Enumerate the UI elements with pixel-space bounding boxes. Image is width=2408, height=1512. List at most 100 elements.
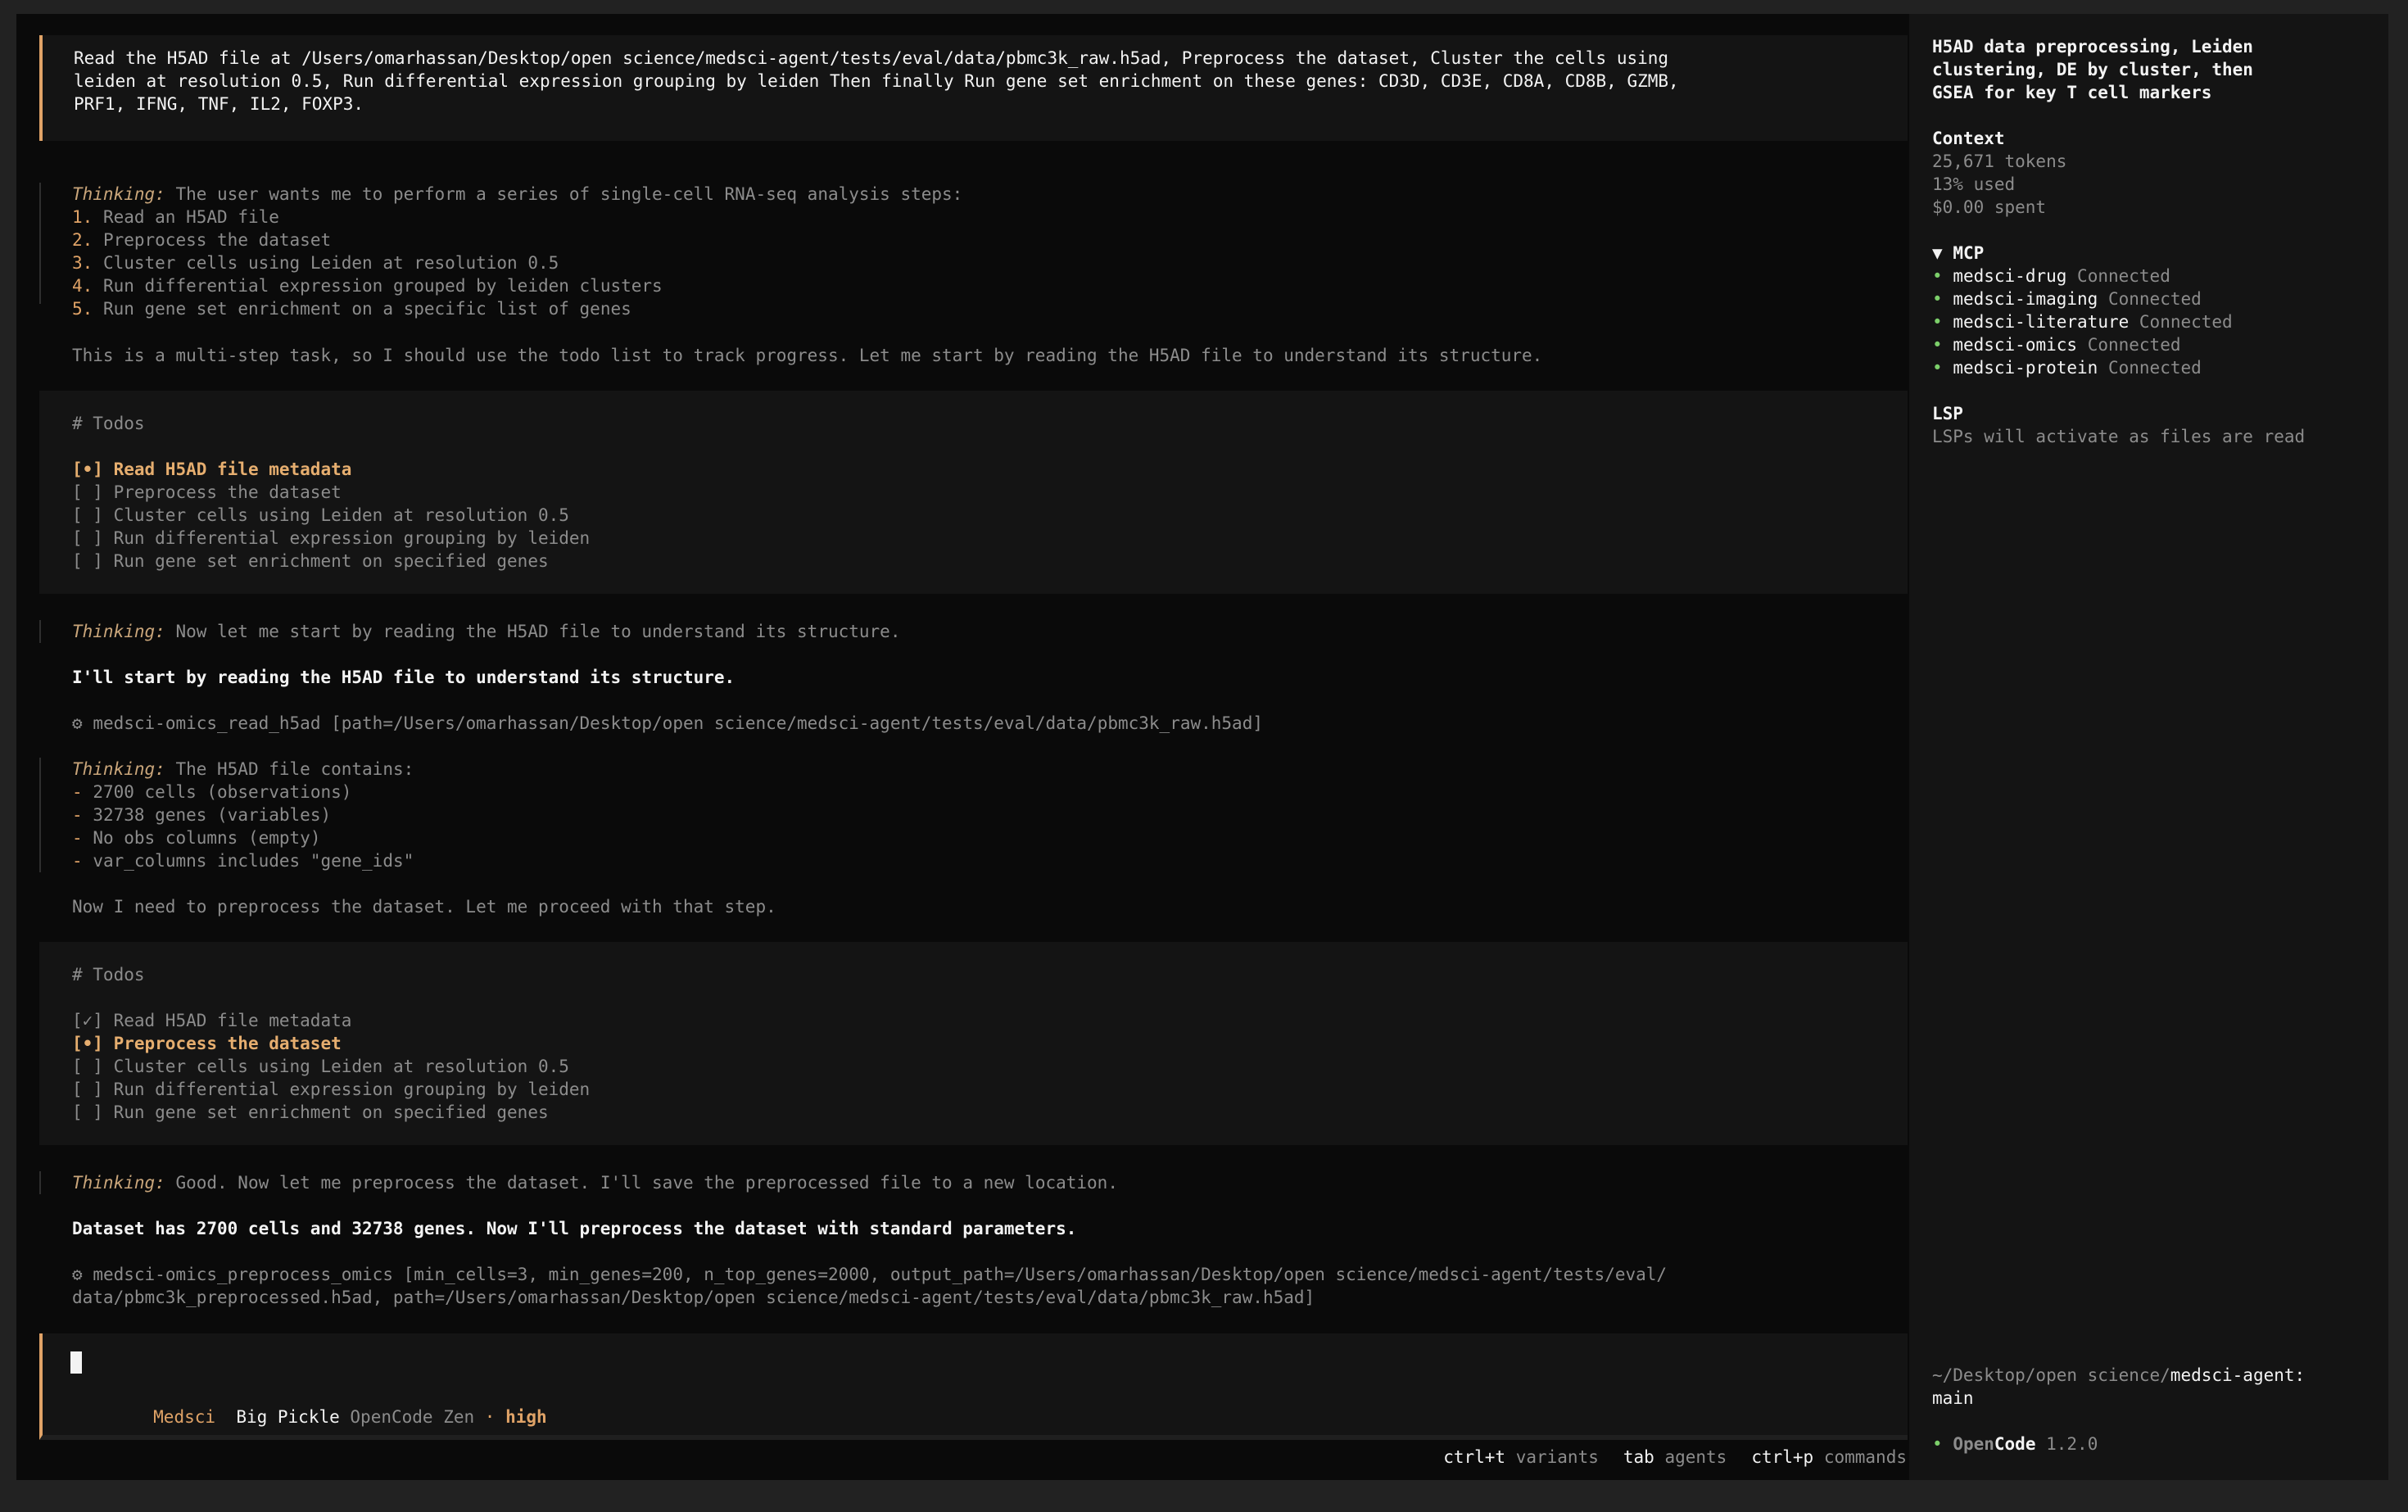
todo-text: Preprocess the dataset: [113, 482, 342, 502]
prompt-input-field[interactable]: [70, 1350, 1876, 1374]
todo-text: Run gene set enrichment on specified gen…: [113, 551, 549, 571]
git-branch: main: [1932, 1388, 1974, 1408]
todos-panel-1: # Todos [•] Read H5AD file metadata[ ] P…: [39, 391, 1908, 594]
todo-checkbox: [ ]: [72, 1057, 103, 1076]
model-name[interactable]: Big Pickle: [236, 1407, 339, 1427]
prompt-input-box[interactable]: Medsci Big Pickle OpenCode Zen · high: [39, 1333, 1908, 1440]
hint-commands[interactable]: ctrl+p commands: [1751, 1447, 1907, 1467]
mcp-server-medsci-omics[interactable]: • medsci-omics Connected: [1932, 333, 2374, 356]
todo-item: [ ] Run gene set enrichment on specified…: [72, 1101, 1876, 1124]
todo-text: Read H5AD file metadata: [113, 1011, 352, 1030]
todo-checkbox: [ ]: [72, 482, 103, 502]
prompt-line-3: PRF1, IFNG, TNF, IL2, FOXP3.: [74, 94, 364, 114]
app-version: • OpenCode 1.2.0: [1932, 1434, 2098, 1454]
todo-text: Run gene set enrichment on specified gen…: [113, 1102, 549, 1122]
hint-label: agents: [1664, 1447, 1727, 1467]
step-number: 2.: [72, 230, 93, 250]
todos-header: # Todos: [72, 414, 145, 433]
step-text: Run differential expression grouped by l…: [102, 276, 663, 296]
model-provider: OpenCode Zen: [350, 1407, 475, 1427]
thinking-step: 4. Run differential expression grouped b…: [72, 274, 1876, 297]
user-prompt-message: Read the H5AD file at /Users/omarhassan/…: [39, 35, 1908, 141]
status-dot-icon: •: [1932, 335, 1943, 355]
thinking-intro: Thinking: The user wants me to perform a…: [72, 184, 963, 204]
step-number: 4.: [72, 276, 93, 296]
tool-gear-icon: ⚙: [72, 713, 83, 733]
mcp-server-status: Connected: [2077, 266, 2170, 286]
lsp-heading: LSP: [1932, 404, 1963, 423]
todo-text: Preprocess the dataset: [113, 1034, 342, 1053]
step-number: 5.: [72, 299, 93, 319]
todo-item: [ ] Run gene set enrichment on specified…: [72, 550, 1876, 573]
context-section: Context 25,671 tokens 13% used $0.00 spe…: [1932, 127, 2374, 219]
status-dot-icon: •: [1932, 289, 1943, 309]
thinking-block-2: Thinking: Now let me start by reading th…: [39, 620, 1908, 643]
prompt-line-2: leiden at resolution 0.5, Run differenti…: [74, 71, 1679, 91]
thinking-3-outro: Now I need to preprocess the dataset. Le…: [72, 897, 776, 917]
thinking-bullet: - No obs columns (empty): [72, 826, 1876, 849]
todo-text: Run differential expression grouping by …: [113, 1080, 591, 1099]
mcp-server-status: Connected: [2107, 358, 2202, 378]
step-text: Cluster cells using Leiden at resolution…: [102, 253, 559, 273]
thinking-label: Thinking:: [72, 184, 165, 204]
thinking-block-3: Thinking: The H5AD file contains: - 2700…: [39, 758, 1908, 872]
todo-item: [ ] Cluster cells using Leiden at resolu…: [72, 504, 1876, 527]
todo-text: Cluster cells using Leiden at resolution…: [113, 1057, 569, 1076]
status-dot-icon: •: [1932, 1434, 1943, 1454]
todos-panel-2: # Todos [✓] Read H5AD file metadata [•] P…: [39, 942, 1908, 1145]
todo-item: [ ] Cluster cells using Leiden at resolu…: [72, 1055, 1876, 1078]
bullet-text: No obs columns (empty): [93, 828, 321, 848]
hint-key: ctrl+t: [1443, 1447, 1506, 1467]
tool-gear-icon: ⚙: [72, 1265, 83, 1284]
context-heading: Context: [1932, 129, 2005, 148]
bullet-dash: -: [72, 851, 83, 871]
context-spent: $0.00 spent: [1932, 197, 2047, 217]
mcp-server-medsci-protein[interactable]: • medsci-protein Connected: [1932, 356, 2374, 379]
todos-header: # Todos: [72, 965, 145, 985]
todo-item: [ ] Preprocess the dataset: [72, 481, 1876, 504]
mcp-server-name: medsci-drug: [1953, 266, 2067, 286]
session-title-line: H5AD data preprocessing, Leiden: [1932, 37, 2253, 57]
context-tokens: 25,671 tokens: [1932, 152, 2067, 171]
session-title: H5AD data preprocessing, Leiden clusterin…: [1932, 35, 2374, 104]
chat-transcript: Read the H5AD file at /Users/omarhassan/…: [39, 35, 1908, 1477]
bullet-text: var_columns includes "gene_ids": [93, 851, 414, 871]
mcp-server-medsci-literature[interactable]: • medsci-literature Connected: [1932, 310, 2374, 333]
effort-level[interactable]: high: [505, 1407, 547, 1427]
lsp-section: LSP LSPs will activate as files are read: [1932, 402, 2374, 448]
session-title-line: clustering, DE by cluster, then: [1932, 60, 2253, 79]
hint-key: tab: [1623, 1447, 1654, 1467]
step-text: Run gene set enrichment on a specific li…: [102, 299, 631, 319]
assistant-reply-2: Dataset has 2700 cells and 32738 genes. …: [72, 1219, 1077, 1238]
thinking-bullet: - 2700 cells (observations): [72, 781, 1876, 804]
todo-checkbox: [ ]: [72, 528, 103, 548]
agent-selector[interactable]: Medsci: [153, 1407, 215, 1427]
todo-checkbox: [ ]: [72, 1102, 103, 1122]
mcp-server-status: Connected: [2087, 335, 2181, 355]
todo-checkbox: [•]: [72, 1034, 103, 1053]
hint-variants[interactable]: ctrl+t variants: [1443, 1447, 1599, 1467]
todo-checkbox: [•]: [72, 459, 103, 479]
todo-checkbox: [ ]: [72, 505, 103, 525]
mcp-server-name: medsci-literature: [1953, 312, 2130, 332]
thinking-block-1: Thinking: The user wants me to perform a…: [39, 183, 1908, 319]
prompt-line-1: Read the H5AD file at /Users/omarhassan/…: [74, 48, 1669, 68]
thinking-step: 3. Cluster cells using Leiden at resolut…: [72, 251, 1876, 274]
context-used: 13% used: [1932, 174, 2016, 194]
tool-call-preprocess[interactable]: ⚙ medsci-omics_preprocess_omics [min_cel…: [39, 1263, 1908, 1309]
keyboard-hints: ctrl+t variants tab agents ctrl+p commands: [39, 1446, 1908, 1469]
hint-agents[interactable]: tab agents: [1623, 1447, 1727, 1467]
assistant-reply-1: I'll start by reading the H5AD file to u…: [72, 668, 736, 687]
step-text: Read an H5AD file: [102, 207, 279, 227]
todo-item: [✓] Read H5AD file metadata: [72, 1009, 1876, 1032]
status-dot-icon: •: [1932, 266, 1943, 286]
hint-label: variants: [1515, 1447, 1599, 1467]
thinking-block-4: Thinking: Good. Now let me preprocess th…: [39, 1171, 1908, 1194]
status-dot-icon: •: [1932, 312, 1943, 332]
mcp-server-medsci-drug[interactable]: • medsci-drug Connected: [1932, 265, 2374, 287]
session-sidebar: H5AD data preprocessing, Leiden clusterin…: [1909, 14, 2388, 1480]
tool-call-read-h5ad[interactable]: ⚙ medsci-omics_read_h5ad [path=/Users/om…: [39, 712, 1908, 735]
mcp-server-medsci-imaging[interactable]: • medsci-imaging Connected: [1932, 287, 2374, 310]
thinking-step: 2. Preprocess the dataset: [72, 229, 1876, 251]
mcp-toggle[interactable]: ▼ MCP: [1932, 242, 2374, 265]
